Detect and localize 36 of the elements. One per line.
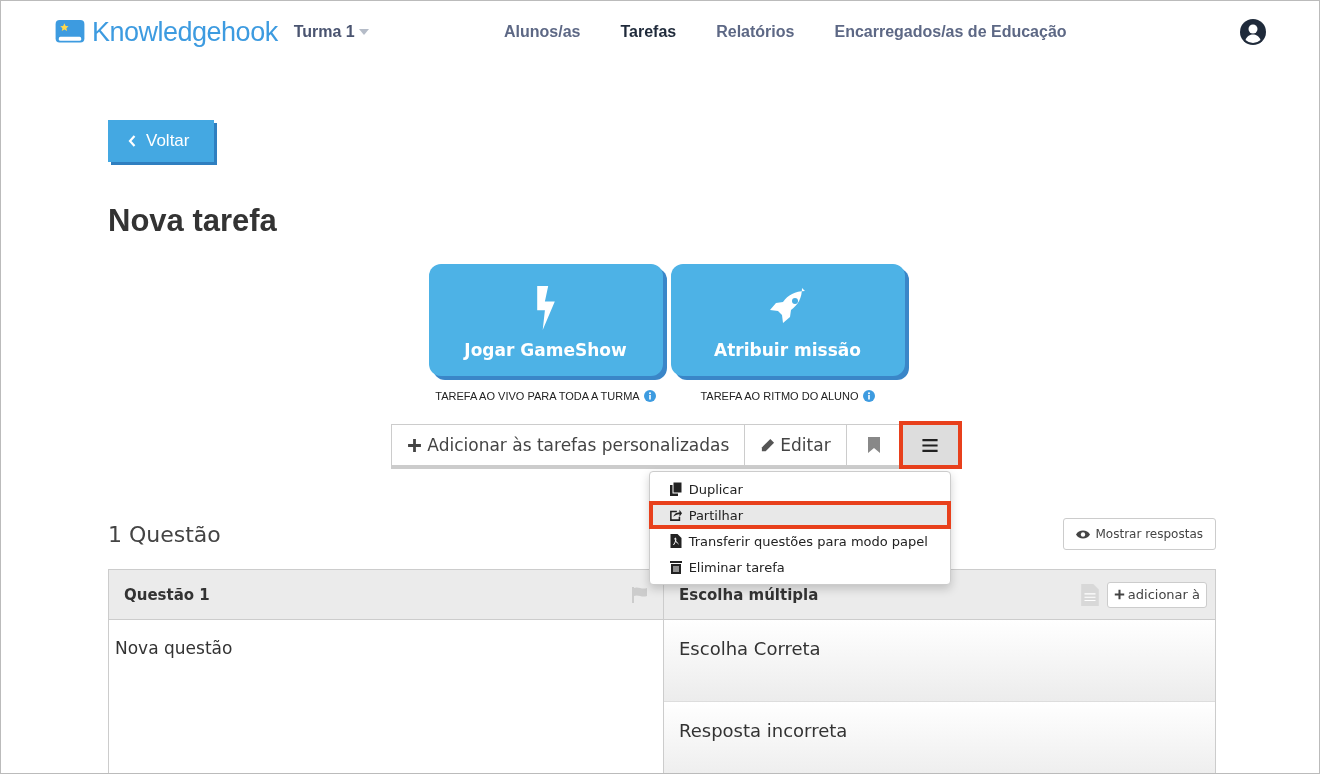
show-answers-button[interactable]: Mostrar respostas [1063, 518, 1216, 550]
plus-icon [407, 437, 423, 453]
info-icon[interactable] [862, 390, 875, 402]
user-avatar-icon[interactable] [1240, 19, 1266, 45]
trash-icon [669, 560, 682, 574]
menu-item[interactable]: Duplicar [649, 476, 950, 502]
question-text: Nova questão [115, 638, 233, 658]
pdf-file-icon [669, 534, 682, 548]
menu-item[interactable]: Transferir questões para modo papel [649, 528, 950, 554]
chevron-left-icon [128, 135, 136, 147]
menu-button[interactable] [901, 424, 959, 466]
page-title: Nova tarefa [108, 203, 278, 240]
class-dropdown[interactable]: Turma 1 [293, 23, 369, 41]
question-heading: Questão 1 [124, 585, 210, 604]
info-icon[interactable] [643, 390, 656, 402]
bookmark-icon [868, 437, 881, 453]
menu-item[interactable]: Eliminar tarefa [649, 554, 950, 580]
nav-tab[interactable]: Alunos/as [504, 23, 581, 41]
plus-icon [1113, 589, 1125, 600]
mode-caption: TAREFA AO VIVO PARA TODA A TURMA [435, 390, 640, 402]
add-to-custom-tasks-button[interactable]: Adicionar às tarefas personalizadas [391, 424, 746, 466]
nav-tab[interactable]: Relatórios [716, 23, 795, 41]
question-type: Escolha múltipla [679, 585, 819, 604]
question-count: 1 Questão [108, 521, 221, 547]
menu-item[interactable]: Partilhar [649, 502, 950, 528]
eye-icon [1076, 529, 1091, 539]
add-to-button[interactable]: adicionar à [1106, 581, 1207, 608]
nav-tab[interactable]: Encarregados/as de Educação [834, 23, 1067, 41]
mode-caption: TAREFA AO RITMO DO ALUNO [700, 390, 859, 402]
nav-tab[interactable]: Tarefas [620, 23, 677, 41]
share-icon [669, 508, 682, 522]
caret-icon [358, 29, 369, 35]
pencil-icon [760, 437, 776, 453]
menu-icon [922, 438, 939, 452]
copy-icon [669, 482, 682, 496]
edit-button[interactable]: Editar [744, 424, 847, 466]
